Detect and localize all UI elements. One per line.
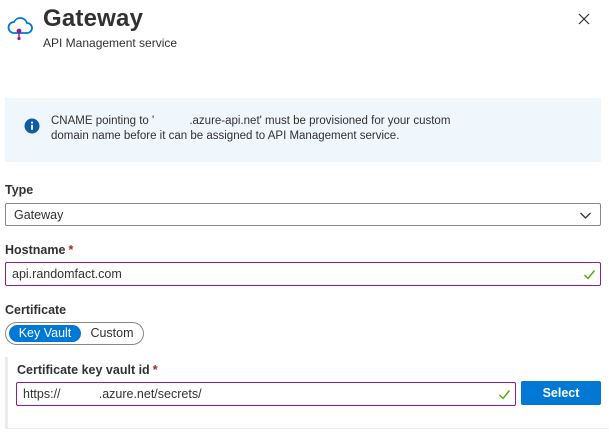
key-vault-id-label-text: Certificate key vault id	[17, 363, 150, 377]
chevron-down-icon	[579, 209, 592, 222]
type-dropdown[interactable]: Gateway	[5, 203, 601, 226]
info-message-line-1: CNAME pointing to ' .azure-api.net' must…	[51, 115, 451, 127]
type-dropdown-value: Gateway	[14, 208, 64, 222]
section-divider	[5, 428, 609, 429]
custom-option[interactable]: Custom	[83, 325, 141, 342]
gateway-panel: Gateway API Management service CNAME poi…	[0, 0, 609, 437]
hostname-input-value: api.randomfact.com	[12, 267, 122, 281]
key-vault-id-value: https:// .azure.net/secrets/	[23, 387, 202, 401]
close-icon[interactable]	[574, 9, 594, 29]
type-label-text: Type	[5, 183, 34, 197]
certificate-label: Certificate	[5, 303, 66, 317]
page-title: Gateway	[43, 5, 144, 32]
hostname-input[interactable]: api.randomfact.com	[5, 262, 601, 286]
info-message-line-2: domain name before it can be assigned to…	[51, 130, 400, 142]
key-vault-option[interactable]: Key Vault	[9, 325, 81, 342]
hostname-label-text: Hostname	[5, 243, 66, 257]
select-button[interactable]: Select	[521, 381, 601, 405]
hostname-label: Hostname *	[5, 243, 73, 257]
page-subtitle: API Management service	[43, 36, 178, 50]
section-border	[5, 357, 8, 429]
info-icon	[24, 118, 40, 134]
checkmark-icon	[583, 268, 596, 281]
info-message: CNAME pointing to ' .azure-api.net' must…	[51, 114, 571, 144]
key-vault-id-label: Certificate key vault id *	[17, 363, 158, 377]
cloud-gateway-icon	[6, 11, 36, 41]
required-asterisk: *	[68, 243, 74, 257]
checkmark-icon	[498, 388, 511, 401]
key-vault-id-input[interactable]: https:// .azure.net/secrets/	[16, 382, 516, 406]
certificate-label-text: Certificate	[5, 303, 67, 317]
type-label: Type	[5, 183, 33, 197]
certificate-toggle: Key Vault Custom	[5, 322, 144, 345]
info-banner: CNAME pointing to ' .azure-api.net' must…	[5, 98, 601, 162]
required-asterisk: *	[152, 363, 158, 377]
